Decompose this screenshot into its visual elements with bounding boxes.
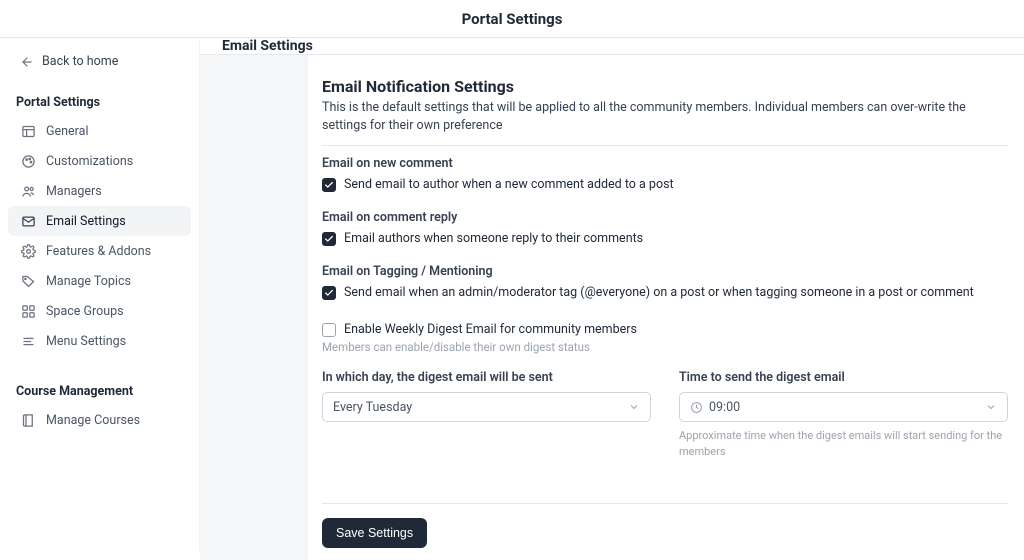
sidebar-item-features-addons[interactable]: Features & Addons (8, 236, 191, 266)
sidebar-item-label: Manage Topics (46, 274, 131, 289)
divider (322, 503, 1008, 504)
sidebar-group-portal-settings: Portal Settings (8, 89, 191, 116)
digest-day-select[interactable]: Every Tuesday (322, 392, 651, 422)
page-title: Portal Settings (0, 0, 1024, 38)
digest-time-hint: Approximate time when the digest emails … (679, 428, 1008, 459)
setting-label-comment-reply: Email on comment reply (322, 210, 1008, 225)
sidebar-item-space-groups[interactable]: Space Groups (8, 296, 191, 326)
book-icon (20, 412, 36, 428)
setting-label-new-comment: Email on new comment (322, 156, 1008, 171)
sidebar-item-label: General (46, 124, 89, 139)
sidebar-item-label: Customizations (46, 154, 133, 169)
chevron-down-icon (628, 401, 640, 413)
sidebar: Back to home Portal Settings General Cus… (0, 38, 200, 551)
sidebar-item-label: Manage Courses (46, 413, 140, 428)
users-icon (20, 183, 36, 199)
sidebar-item-email-settings[interactable]: Email Settings (8, 206, 191, 236)
digest-day-label: In which day, the digest email will be s… (322, 370, 651, 385)
content-gutter (200, 55, 308, 560)
layout-icon (20, 123, 36, 139)
sidebar-item-label: Menu Settings (46, 334, 126, 349)
sidebar-item-label: Email Settings (46, 214, 126, 229)
sidebar-item-label: Space Groups (46, 304, 124, 319)
arrow-left-icon (20, 55, 34, 69)
back-label: Back to home (42, 54, 118, 69)
checkbox-label: Enable Weekly Digest Email for community… (344, 322, 637, 337)
setting-label-tagging: Email on Tagging / Mentioning (322, 264, 1008, 279)
palette-icon (20, 153, 36, 169)
sidebar-group-course-management: Course Management (8, 378, 191, 405)
save-button[interactable]: Save Settings (322, 518, 427, 548)
checkbox-new-comment[interactable] (322, 178, 336, 192)
sidebar-item-general[interactable]: General (8, 116, 191, 146)
digest-day-value: Every Tuesday (333, 400, 412, 415)
digest-time-value: 09:00 (709, 400, 740, 415)
panel-description: This is the default settings that will b… (322, 99, 1008, 146)
checkbox-label: Send email when an admin/moderator tag (… (344, 285, 974, 300)
sidebar-item-label: Features & Addons (46, 244, 151, 259)
gear-icon (20, 243, 36, 259)
sidebar-item-manage-topics[interactable]: Manage Topics (8, 266, 191, 296)
checkbox-label: Email authors when someone reply to thei… (344, 231, 643, 246)
checkbox-tagging[interactable] (322, 286, 336, 300)
checkbox-label: Send email to author when a new comment … (344, 177, 674, 192)
chevron-down-icon (985, 401, 997, 413)
sidebar-item-customizations[interactable]: Customizations (8, 146, 191, 176)
digest-hint-text: Members can enable/disable their own dig… (322, 340, 1008, 354)
mail-icon (20, 213, 36, 229)
digest-time-input[interactable]: 09:00 (679, 392, 1008, 422)
checkbox-comment-reply[interactable] (322, 232, 336, 246)
panel-title: Email Notification Settings (322, 77, 1008, 96)
content-header: Email Settings (200, 38, 1024, 55)
menu-icon (20, 333, 36, 349)
grid-icon (20, 303, 36, 319)
digest-time-label: Time to send the digest email (679, 370, 1008, 385)
checkbox-weekly-digest[interactable] (322, 323, 336, 337)
sidebar-item-managers[interactable]: Managers (8, 176, 191, 206)
back-to-home-link[interactable]: Back to home (8, 50, 191, 83)
sidebar-item-menu-settings[interactable]: Menu Settings (8, 326, 191, 356)
tag-icon (20, 273, 36, 289)
sidebar-item-label: Managers (46, 184, 102, 199)
clock-icon (690, 401, 703, 414)
sidebar-item-manage-courses[interactable]: Manage Courses (8, 405, 191, 435)
